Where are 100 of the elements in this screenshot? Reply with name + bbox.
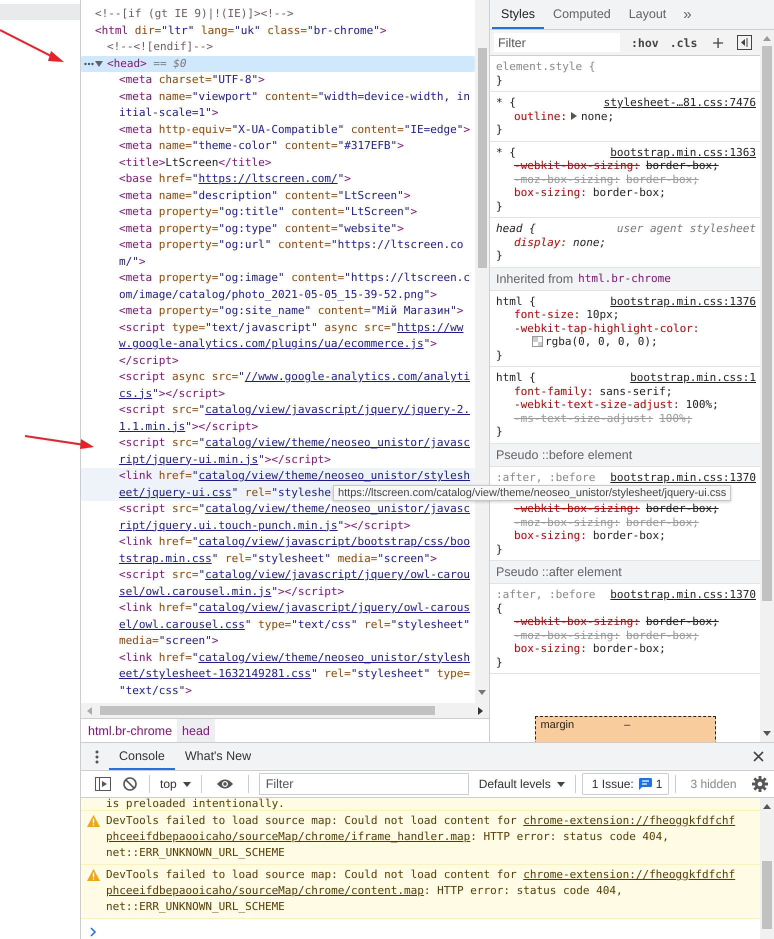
attribute-value: "viewport" bbox=[192, 88, 258, 104]
property-value: border-box; bbox=[592, 642, 666, 656]
attribute-value: "text/css" bbox=[119, 682, 186, 698]
tag-name: <link bbox=[119, 468, 152, 484]
attribute-value: "ltr" bbox=[161, 22, 194, 38]
attribute-value: "Мій Магазин" bbox=[370, 303, 457, 319]
attribute-name: content= bbox=[284, 138, 338, 154]
attribute-value: "LtScreen" bbox=[338, 188, 404, 204]
css-selector: :after, :before bbox=[496, 470, 596, 484]
attribute-value: " bbox=[338, 171, 344, 187]
tag-name: > bbox=[430, 550, 437, 566]
message-text: : HTTP error: status code 404, bbox=[424, 884, 623, 897]
property-name: -webkit-box-sizing: bbox=[514, 159, 640, 172]
attribute-value: "screen" bbox=[377, 550, 430, 566]
attribute-value: " bbox=[192, 600, 198, 616]
tag-name: <meta bbox=[119, 88, 152, 104]
attribute-name: media= bbox=[336, 550, 378, 566]
attribute-value: "theme-color" bbox=[192, 138, 278, 154]
property-value: border-box; bbox=[626, 172, 699, 186]
section-title: Pseudo ::before element bbox=[496, 448, 632, 462]
attribute-name: property= bbox=[158, 303, 218, 319]
html-comment: <!--<![endif]--> bbox=[107, 39, 213, 55]
message-text: DevTools failed to load source map: Could not load content for bbox=[106, 814, 518, 827]
property-value: border-box; bbox=[592, 186, 666, 200]
attribute-name: rel= bbox=[224, 550, 252, 566]
attribute-value: " bbox=[192, 650, 198, 666]
attribute-name: lang= bbox=[200, 22, 234, 38]
attribute-value: itial-scale=1" bbox=[119, 105, 212, 121]
tag-name: > bbox=[410, 204, 418, 220]
tag-name: <script bbox=[119, 320, 166, 336]
attribute-name: content= bbox=[350, 122, 404, 138]
property-value: border-box; bbox=[646, 615, 719, 628]
tag-name: > bbox=[344, 171, 351, 187]
attribute-value: "og:site_name" bbox=[218, 303, 312, 319]
attribute-value: " bbox=[311, 666, 318, 682]
attribute-name: property= bbox=[158, 270, 218, 286]
html-comment: <!--[if (gt IE 9)|!(IE)]><!--> bbox=[95, 6, 294, 22]
element-text: LtScreen bbox=[165, 154, 218, 170]
tag-name: > bbox=[212, 633, 218, 649]
tag-name: > bbox=[397, 220, 404, 236]
tag-name: <link bbox=[119, 534, 152, 550]
attribute-value: "width=device-width, in bbox=[318, 88, 470, 104]
attribute-name: content= bbox=[290, 204, 344, 220]
attribute-name: dir= bbox=[134, 22, 162, 38]
property-value: border-box; bbox=[646, 502, 719, 516]
attribute-value: " bbox=[152, 386, 159, 402]
property-name: box-sizing: bbox=[514, 186, 587, 200]
css-selector: element.style { bbox=[496, 60, 596, 74]
attribute-value: "og:type" bbox=[218, 220, 278, 236]
attribute-name: content= bbox=[290, 270, 344, 286]
attribute-name: rel= bbox=[323, 666, 351, 682]
attribute-value: "IE=edge" bbox=[404, 122, 464, 138]
attribute-name: media= bbox=[119, 633, 159, 649]
tag-name: <script bbox=[119, 402, 166, 418]
section-title: Inherited from bbox=[496, 272, 574, 286]
tag-name: <meta bbox=[119, 204, 152, 220]
attribute-value: "text/css" bbox=[291, 616, 358, 632]
message-text: net::ERR_UNKNOWN_URL_SCHEME bbox=[106, 846, 285, 859]
box-value: – bbox=[624, 719, 630, 731]
tag-name: <link bbox=[119, 650, 152, 666]
attribute-value: " bbox=[198, 567, 206, 583]
tag-name: > bbox=[138, 254, 146, 270]
property-name: -webkit-tap-highlight-color: bbox=[514, 322, 700, 335]
attribute-name: property= bbox=[158, 220, 218, 236]
attribute-value: "stylesheet" bbox=[390, 616, 470, 632]
attribute-value: " bbox=[338, 518, 344, 534]
css-selector: :after, :before bbox=[496, 588, 596, 602]
property-value: none; bbox=[572, 236, 606, 249]
attribute-name: src= bbox=[170, 435, 198, 451]
property-value: none; bbox=[580, 110, 614, 123]
tag-name: > bbox=[212, 105, 218, 121]
section-title: Pseudo ::after element bbox=[496, 565, 622, 579]
attribute-name: src= bbox=[210, 369, 238, 385]
attribute-value: "https://ltscreen.c bbox=[344, 270, 470, 286]
tag-name: <title> bbox=[119, 154, 166, 170]
attribute-value: " bbox=[198, 501, 206, 517]
attribute-name: href= bbox=[158, 171, 192, 187]
tag-name: <base bbox=[119, 171, 152, 187]
tag-name: ></script> bbox=[264, 452, 331, 468]
property-name: box-sizing: bbox=[514, 642, 587, 656]
message-text: DevTools failed to load source map: Could not load content for bbox=[106, 868, 518, 881]
node-reference: == $0 bbox=[152, 56, 186, 72]
attribute-value: "LtScreen" bbox=[344, 204, 410, 220]
attribute-value: "og:url" bbox=[218, 237, 272, 253]
attribute-name: content= bbox=[264, 88, 318, 104]
tag-name: > bbox=[463, 122, 470, 138]
tag-name: > bbox=[258, 72, 265, 88]
source-label: user agent stylesheet bbox=[616, 222, 756, 236]
attribute-name: async bbox=[170, 369, 206, 385]
attribute-name: href= bbox=[158, 468, 192, 484]
attribute-value: " bbox=[390, 320, 398, 336]
rule-brace: } bbox=[496, 200, 503, 213]
attribute-name: property= bbox=[158, 237, 218, 253]
attribute-value: " bbox=[258, 452, 265, 468]
attribute-value: "og:title" bbox=[218, 204, 285, 220]
attribute-value: " bbox=[271, 584, 278, 600]
tag-name: > bbox=[404, 188, 410, 204]
property-value: rgba(0, 0, 0, 0); bbox=[545, 335, 658, 348]
property-name: -ms-text-size-adjust: bbox=[514, 412, 654, 425]
rule-brace: } bbox=[496, 249, 503, 262]
